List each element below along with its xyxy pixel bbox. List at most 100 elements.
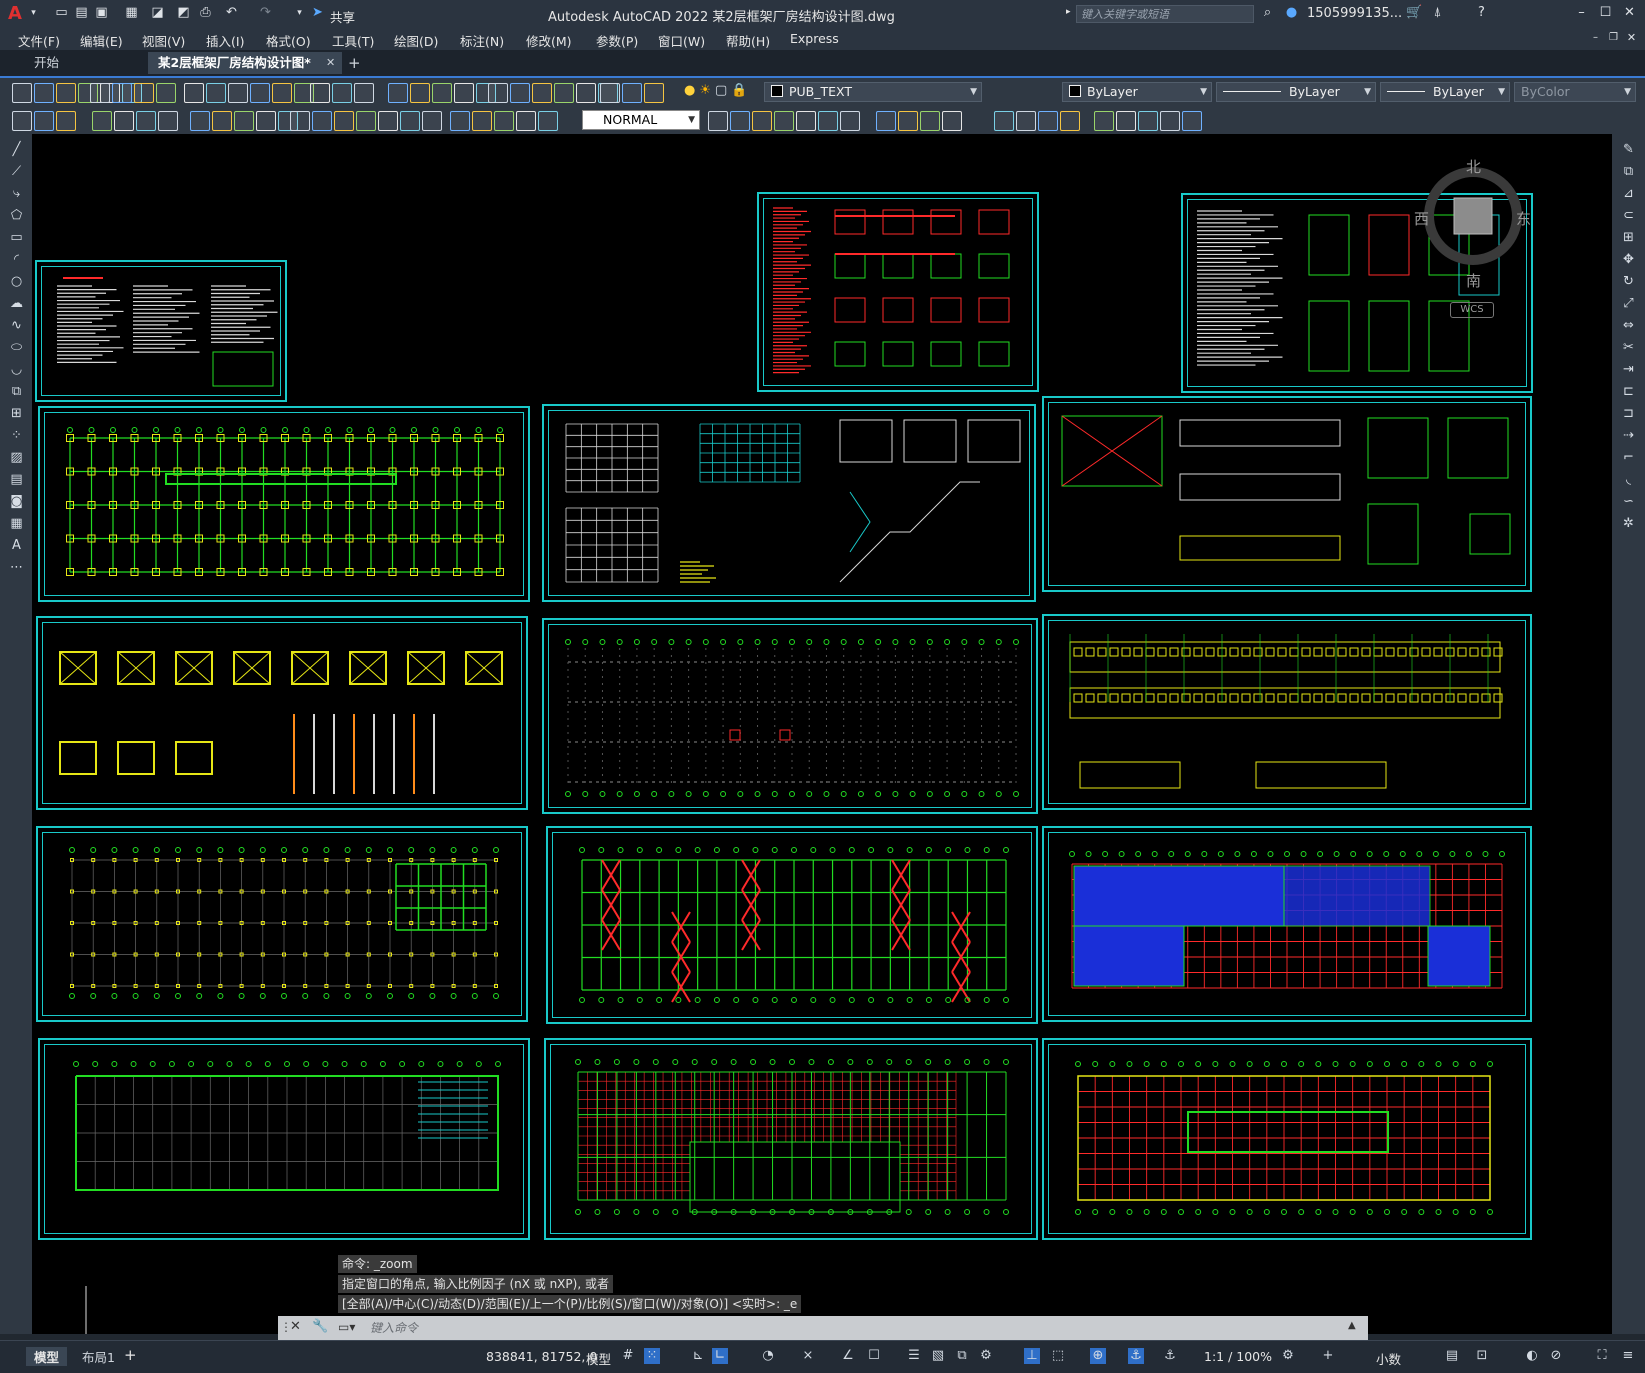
annotation-scale[interactable]: 1:1 / 100%: [1204, 1349, 1272, 1364]
modify-tool-icon[interactable]: [114, 111, 134, 131]
revcloud-tool-icon[interactable]: ☁: [8, 296, 25, 312]
search-input[interactable]: 键入关键字或短语: [1076, 5, 1254, 23]
command-input[interactable]: 键入命令: [370, 1316, 418, 1340]
modify-tool-icon[interactable]: [942, 111, 962, 131]
drawing-sheet[interactable]: [1042, 614, 1532, 810]
hardware-acceleration-icon[interactable]: ⊘: [1548, 1348, 1564, 1364]
drawing-sheet[interactable]: [38, 1038, 530, 1240]
menu-dimension[interactable]: 标注(N): [460, 31, 504, 50]
save-icon[interactable]: ▣: [94, 6, 109, 20]
modify-tool-icon[interactable]: [840, 111, 860, 131]
polyline-tool-icon[interactable]: ⤷: [8, 186, 25, 202]
standard-tool-icon[interactable]: [156, 83, 176, 103]
layout-tab-model[interactable]: 模型: [26, 1347, 68, 1366]
modify-tool-icon[interactable]: [1160, 111, 1180, 131]
modify-tool-icon[interactable]: [708, 111, 728, 131]
join-tool-icon[interactable]: ⇢: [1620, 428, 1637, 444]
standard-tool-icon[interactable]: [554, 83, 574, 103]
autodesk-account-icon[interactable]: ⍋: [1430, 6, 1445, 20]
drawing-canvas[interactable]: 北 南 东 西 WCS: [32, 134, 1612, 1334]
modify-tool-icon[interactable]: [1016, 111, 1036, 131]
new-icon[interactable]: ▭: [54, 6, 69, 20]
standard-tool-icon[interactable]: [576, 83, 596, 103]
menu-view[interactable]: 视图(V): [142, 31, 185, 50]
modify-tool-icon[interactable]: [774, 111, 794, 131]
blend-tool-icon[interactable]: ∽: [1620, 494, 1637, 510]
selection-filter-icon[interactable]: ⬚: [1050, 1348, 1066, 1364]
standard-tool-icon[interactable]: [56, 83, 76, 103]
undo-icon[interactable]: ↶: [224, 6, 239, 20]
linetype-dropdown[interactable]: ByLayer ▼: [1216, 82, 1376, 102]
standard-tool-icon[interactable]: [228, 83, 248, 103]
help-icon[interactable]: ?: [1474, 6, 1489, 20]
standard-tool-icon[interactable]: [34, 83, 54, 103]
modify-tool-icon[interactable]: [730, 111, 750, 131]
array-tool-icon[interactable]: ⊞: [1620, 230, 1637, 246]
close-doc-icon[interactable]: ✕: [1624, 31, 1639, 45]
standard-tool-icon[interactable]: [310, 83, 330, 103]
drawing-sheet[interactable]: [38, 406, 530, 602]
offset-tool-icon[interactable]: ⊂: [1620, 208, 1637, 224]
modify-tool-icon[interactable]: [34, 111, 54, 131]
make-block-tool-icon[interactable]: ⊞: [8, 406, 25, 422]
customize-quick-access-icon[interactable]: ▾: [292, 6, 307, 20]
modify-tool-icon[interactable]: [876, 111, 896, 131]
ortho-icon[interactable]: ∟: [712, 1348, 728, 1364]
command-customize-icon[interactable]: 🔧: [312, 1319, 328, 1334]
mtext-tool-icon[interactable]: A: [8, 538, 25, 554]
viewcube-east[interactable]: 东: [1516, 208, 1531, 229]
standard-tool-icon[interactable]: [272, 83, 292, 103]
web-save-icon[interactable]: ◩: [176, 6, 191, 20]
menu-tools[interactable]: 工具(T): [332, 31, 374, 50]
grid-icon[interactable]: #: [620, 1348, 636, 1364]
circle-tool-icon[interactable]: ○: [8, 274, 25, 290]
modify-tool-icon[interactable]: [334, 111, 354, 131]
modify-tool-icon[interactable]: [378, 111, 398, 131]
share-icon[interactable]: ➤: [310, 6, 325, 20]
search-icon[interactable]: ⌕: [1260, 6, 1275, 20]
workspace-gear-icon[interactable]: ⚙: [1280, 1348, 1296, 1364]
tab-drawing[interactable]: 某2层框架厂房结构设计图*: [148, 52, 342, 74]
arc-tool-icon[interactable]: ◜: [8, 252, 25, 268]
viewcube-west[interactable]: 西: [1414, 208, 1429, 229]
ellipse-tool-icon[interactable]: ⬭: [8, 340, 25, 356]
user-name[interactable]: 1505999135...: [1307, 6, 1402, 21]
color-dropdown[interactable]: ByLayer ▼: [1062, 82, 1212, 102]
modify-tool-icon[interactable]: [898, 111, 918, 131]
restore-window-icon[interactable]: ❐: [1606, 31, 1621, 45]
3d-osnap-icon[interactable]: ⚙: [978, 1348, 994, 1364]
drawing-sheet[interactable]: [546, 826, 1038, 1024]
lock-ui-icon[interactable]: ⊡: [1474, 1348, 1490, 1364]
modify-tool-icon[interactable]: [494, 111, 514, 131]
trim-tool-icon[interactable]: ✂: [1620, 340, 1637, 356]
search-expand-icon[interactable]: ▸: [1066, 7, 1071, 17]
isodraft-icon[interactable]: ⨯: [800, 1348, 816, 1364]
user-icon[interactable]: ●: [1284, 6, 1299, 20]
insert-block-tool-icon[interactable]: ⧉: [8, 384, 25, 400]
move-tool-icon[interactable]: ✥: [1620, 252, 1637, 268]
modify-tool-icon[interactable]: [1116, 111, 1136, 131]
tab-close-icon[interactable]: ✕: [326, 56, 335, 69]
menu-help[interactable]: 帮助(H): [726, 31, 770, 50]
annotation-monitor-icon[interactable]: +: [1320, 1348, 1336, 1364]
hatch-tool-icon[interactable]: ▨: [8, 450, 25, 466]
point-tool-icon[interactable]: ⁘: [8, 428, 25, 444]
osnap-icon[interactable]: ☐: [866, 1348, 882, 1364]
selection-cycling-icon[interactable]: ⧉: [954, 1348, 970, 1364]
standard-tool-icon[interactable]: [532, 83, 552, 103]
lineweight-dropdown[interactable]: ByLayer ▼: [1380, 82, 1510, 102]
standard-tool-icon[interactable]: [354, 83, 374, 103]
redo-icon[interactable]: ↷: [258, 6, 273, 20]
viewcube-south[interactable]: 南: [1466, 270, 1481, 291]
modify-tool-icon[interactable]: [1182, 111, 1202, 131]
modify-tool-icon[interactable]: [1038, 111, 1058, 131]
modify-tool-icon[interactable]: [472, 111, 492, 131]
line-tool-icon[interactable]: ╱: [8, 142, 25, 158]
explode-tool-icon[interactable]: ✲: [1620, 516, 1637, 532]
ellipse-arc-tool-icon[interactable]: ◡: [8, 362, 25, 378]
standard-tool-icon[interactable]: [388, 83, 408, 103]
standard-tool-icon[interactable]: [600, 83, 620, 103]
xline-tool-icon[interactable]: ⟋: [8, 164, 25, 180]
erase-tool-icon[interactable]: ✎: [1620, 142, 1637, 158]
standard-tool-icon[interactable]: [510, 83, 530, 103]
